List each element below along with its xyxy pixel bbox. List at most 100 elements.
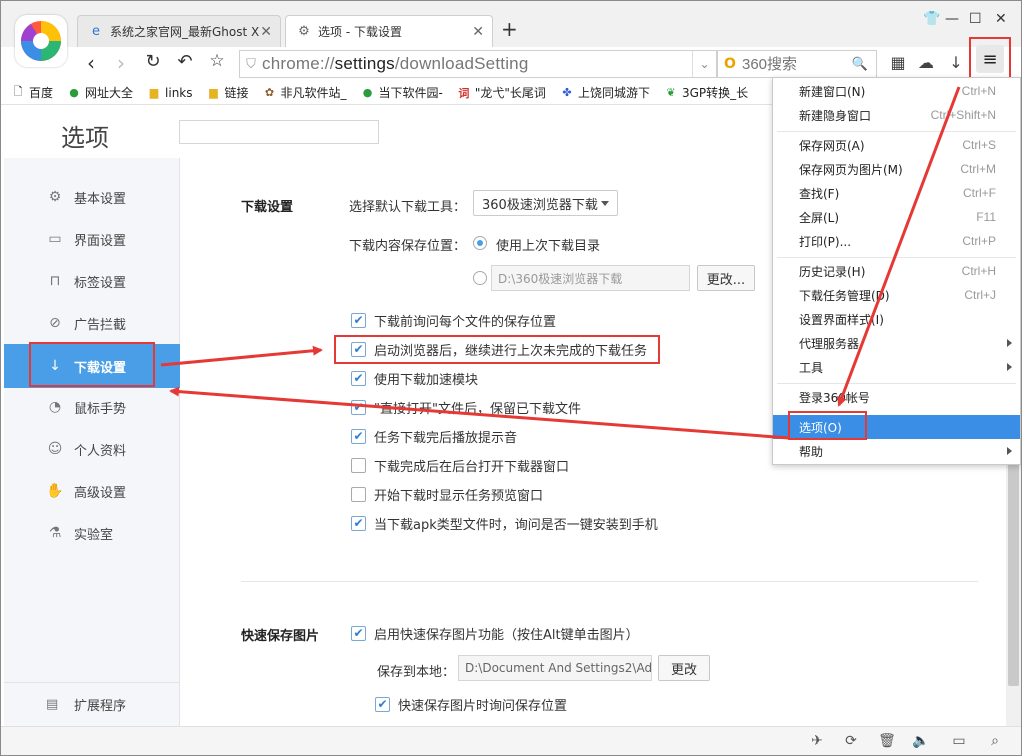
tab-options[interactable]: ⚙ 选项 - 下载设置 ✕	[285, 15, 493, 47]
menu-item-theme[interactable]: 设置界面样式(I)	[773, 307, 1020, 331]
option-accelerate[interactable]: ✔ 使用下载加速模块	[351, 367, 478, 389]
checkbox[interactable]: ✔	[351, 399, 366, 415]
bookmark-item[interactable]: ▆ 链接	[207, 84, 248, 101]
bookmark-item[interactable]: ❦ 3GP转换_长	[664, 84, 748, 101]
menu-item-help[interactable]: 帮助	[773, 439, 1020, 463]
chevron-down-icon[interactable]: ⌄	[692, 51, 716, 77]
tab-system-home[interactable]: e 系统之家官网_最新Ghost XP ✕	[77, 15, 281, 47]
sidebar-item-extensions[interactable]: ▤ 扩展程序	[4, 682, 180, 726]
option-play-sound[interactable]: ✔ 任务下载完后播放提示音	[351, 425, 517, 447]
search-box[interactable]: O 🔍	[717, 50, 877, 78]
sidebar-item-tabs[interactable]: ⊓ 标签设置	[4, 261, 180, 301]
sidebar-item-adblock[interactable]: ⊘ 广告拦截	[4, 303, 180, 343]
undo-close-button[interactable]: ↶	[173, 51, 197, 72]
settings-search-input[interactable]	[179, 120, 379, 144]
cloud-icon[interactable]: ☁	[915, 53, 937, 72]
sidebar-item-mouse-gesture[interactable]: ◔ 鼠标手势	[4, 387, 180, 427]
menu-button-highlight[interactable]: ≡	[969, 37, 1011, 81]
option-quicksave-enable[interactable]: ✔ 启用快速保存图片功能（按住Alt键单击图片）	[351, 622, 639, 644]
bookmark-item[interactable]: ✿ 非凡软件站_	[263, 84, 347, 101]
menu-item-fullscreen[interactable]: 全屏(L) F11	[773, 205, 1020, 229]
menu-item-print[interactable]: 打印(P)... Ctrl+P	[773, 229, 1020, 253]
close-window-button[interactable]: ✕	[995, 11, 1007, 27]
search-input[interactable]	[742, 55, 842, 73]
checkbox[interactable]	[351, 457, 366, 473]
sidebar-item-interface[interactable]: ▭ 界面设置	[4, 219, 180, 259]
option-ask-location[interactable]: ✔ 下载前询问每个文件的保存位置	[351, 309, 556, 331]
browser-logo[interactable]	[15, 15, 67, 67]
bookmark-item[interactable]: ● 当下软件园-	[361, 84, 443, 101]
menu-item-login[interactable]: 登录360帐号	[773, 385, 1020, 409]
reload-button[interactable]: ↻	[141, 51, 165, 72]
checkbox[interactable]: ✔	[351, 428, 366, 444]
checkbox[interactable]	[351, 486, 366, 502]
tab-title: 选项 - 下载设置	[318, 25, 402, 39]
download-icon[interactable]: ↓	[945, 53, 967, 72]
menu-item-downloads[interactable]: 下载任务管理(D) Ctrl+J	[773, 283, 1020, 307]
mouse-icon: ◔	[48, 399, 62, 415]
apps-grid-icon[interactable]: ▦	[887, 53, 909, 72]
menu-item-history[interactable]: 历史记录(H) Ctrl+H	[773, 259, 1020, 283]
window-icon[interactable]: ▭	[949, 733, 969, 749]
download-tool-select[interactable]: 360极速浏览器下载	[473, 190, 618, 216]
checkbox[interactable]: ✔	[375, 696, 390, 712]
window-icon: ▭	[48, 231, 62, 247]
bookmark-item[interactable]: ▆ links	[147, 86, 193, 100]
back-button[interactable]: ‹	[79, 51, 103, 75]
custom-dir-radio[interactable]	[473, 271, 487, 285]
sidebar-item-profile[interactable]: ☺ 个人资料	[4, 429, 180, 469]
download-path-field[interactable]: D:\360极速浏览器下载	[491, 265, 690, 291]
refresh-icon[interactable]: ⟳	[841, 733, 861, 749]
bookmark-item[interactable]: ✤ 上饶同城游下	[560, 84, 650, 101]
menu-item-new-window[interactable]: 新建窗口(N) Ctrl+N	[773, 79, 1020, 103]
favorite-star-icon[interactable]: ☆	[205, 51, 229, 71]
use-last-dir-radio[interactable]	[473, 236, 487, 250]
gear-icon: ⚙	[48, 189, 62, 205]
shield-icon: ⛉	[246, 56, 256, 72]
menu-separator	[777, 131, 1016, 132]
menu-item-new-incognito[interactable]: 新建隐身窗口 Ctrl+Shift+N	[773, 103, 1020, 127]
menu-item-proxy[interactable]: 代理服务器	[773, 331, 1020, 355]
checkbox[interactable]: ✔	[351, 625, 366, 641]
bookmark-item[interactable]: 🗋 百度	[11, 84, 53, 101]
option-open-downloader[interactable]: 下载完成后在后台打开下载器窗口	[351, 454, 569, 476]
quicksave-path-field[interactable]: D:\Document And Settings2\Adr	[458, 655, 652, 681]
option-keep-opened[interactable]: ✔ "直接打开"文件后，保留已下载文件	[351, 396, 581, 418]
toolbar: ‹ › ↻ ↶ ☆ ⛉ chrome://settings/downloadSe…	[1, 37, 1021, 81]
menu-item-tools[interactable]: 工具	[773, 355, 1020, 379]
skin-icon[interactable]: 👕	[923, 11, 940, 27]
menu-hamburger-icon[interactable]: ≡	[976, 45, 1004, 73]
option-preview-window[interactable]: 开始下载时显示任务预览窗口	[351, 483, 543, 505]
address-bar[interactable]: ⛉ chrome://settings/downloadSetting ⌄	[239, 50, 717, 78]
menu-item-find[interactable]: 查找(F) Ctrl+F	[773, 181, 1020, 205]
url-text: chrome://settings/downloadSetting	[262, 54, 529, 73]
tool-label: 选择默认下载工具：	[349, 200, 467, 215]
sidebar-item-lab[interactable]: ⚗ 实验室	[4, 513, 180, 553]
menu-item-save-as-image[interactable]: 保存网页为图片(M) Ctrl+M	[773, 157, 1020, 181]
zoom-icon[interactable]: ⌕	[985, 733, 1005, 749]
search-icon[interactable]: 🔍	[852, 57, 868, 72]
pin-icon[interactable]: ✈	[807, 733, 827, 749]
close-icon[interactable]: ✕	[260, 24, 272, 40]
new-tab-button[interactable]: +	[501, 17, 518, 41]
trash-icon[interactable]: 🗑	[877, 733, 897, 749]
sidebar-item-basic[interactable]: ⚙ 基本设置	[4, 177, 180, 217]
checkbox[interactable]: ✔	[351, 312, 366, 328]
change-path-button[interactable]: 更改...	[697, 265, 755, 291]
highlight-box-sidebar	[29, 342, 155, 387]
minimize-button[interactable]: —	[945, 11, 959, 27]
speaker-icon[interactable]: 🔈	[911, 733, 931, 749]
menu-item-save-page[interactable]: 保存网页(A) Ctrl+S	[773, 133, 1020, 157]
option-quicksave-ask[interactable]: ✔ 快速保存图片时询问保存位置	[375, 693, 567, 715]
bookmark-item[interactable]: ● 网址大全	[67, 84, 133, 101]
checkbox[interactable]: ✔	[351, 515, 366, 531]
quicksave-change-button[interactable]: 更改	[658, 655, 710, 681]
forward-button[interactable]: ›	[109, 51, 133, 75]
bookmark-item[interactable]: 词 "龙弋"长尾词	[457, 84, 546, 101]
user-icon: ☺	[47, 441, 63, 457]
sidebar-item-advanced[interactable]: ✋ 高级设置	[4, 471, 180, 511]
option-apk-install[interactable]: ✔ 当下载apk类型文件时，询问是否一键安装到手机	[351, 512, 658, 534]
close-icon[interactable]: ✕	[472, 24, 484, 40]
maximize-button[interactable]: ☐	[969, 11, 982, 27]
checkbox[interactable]: ✔	[351, 370, 366, 386]
